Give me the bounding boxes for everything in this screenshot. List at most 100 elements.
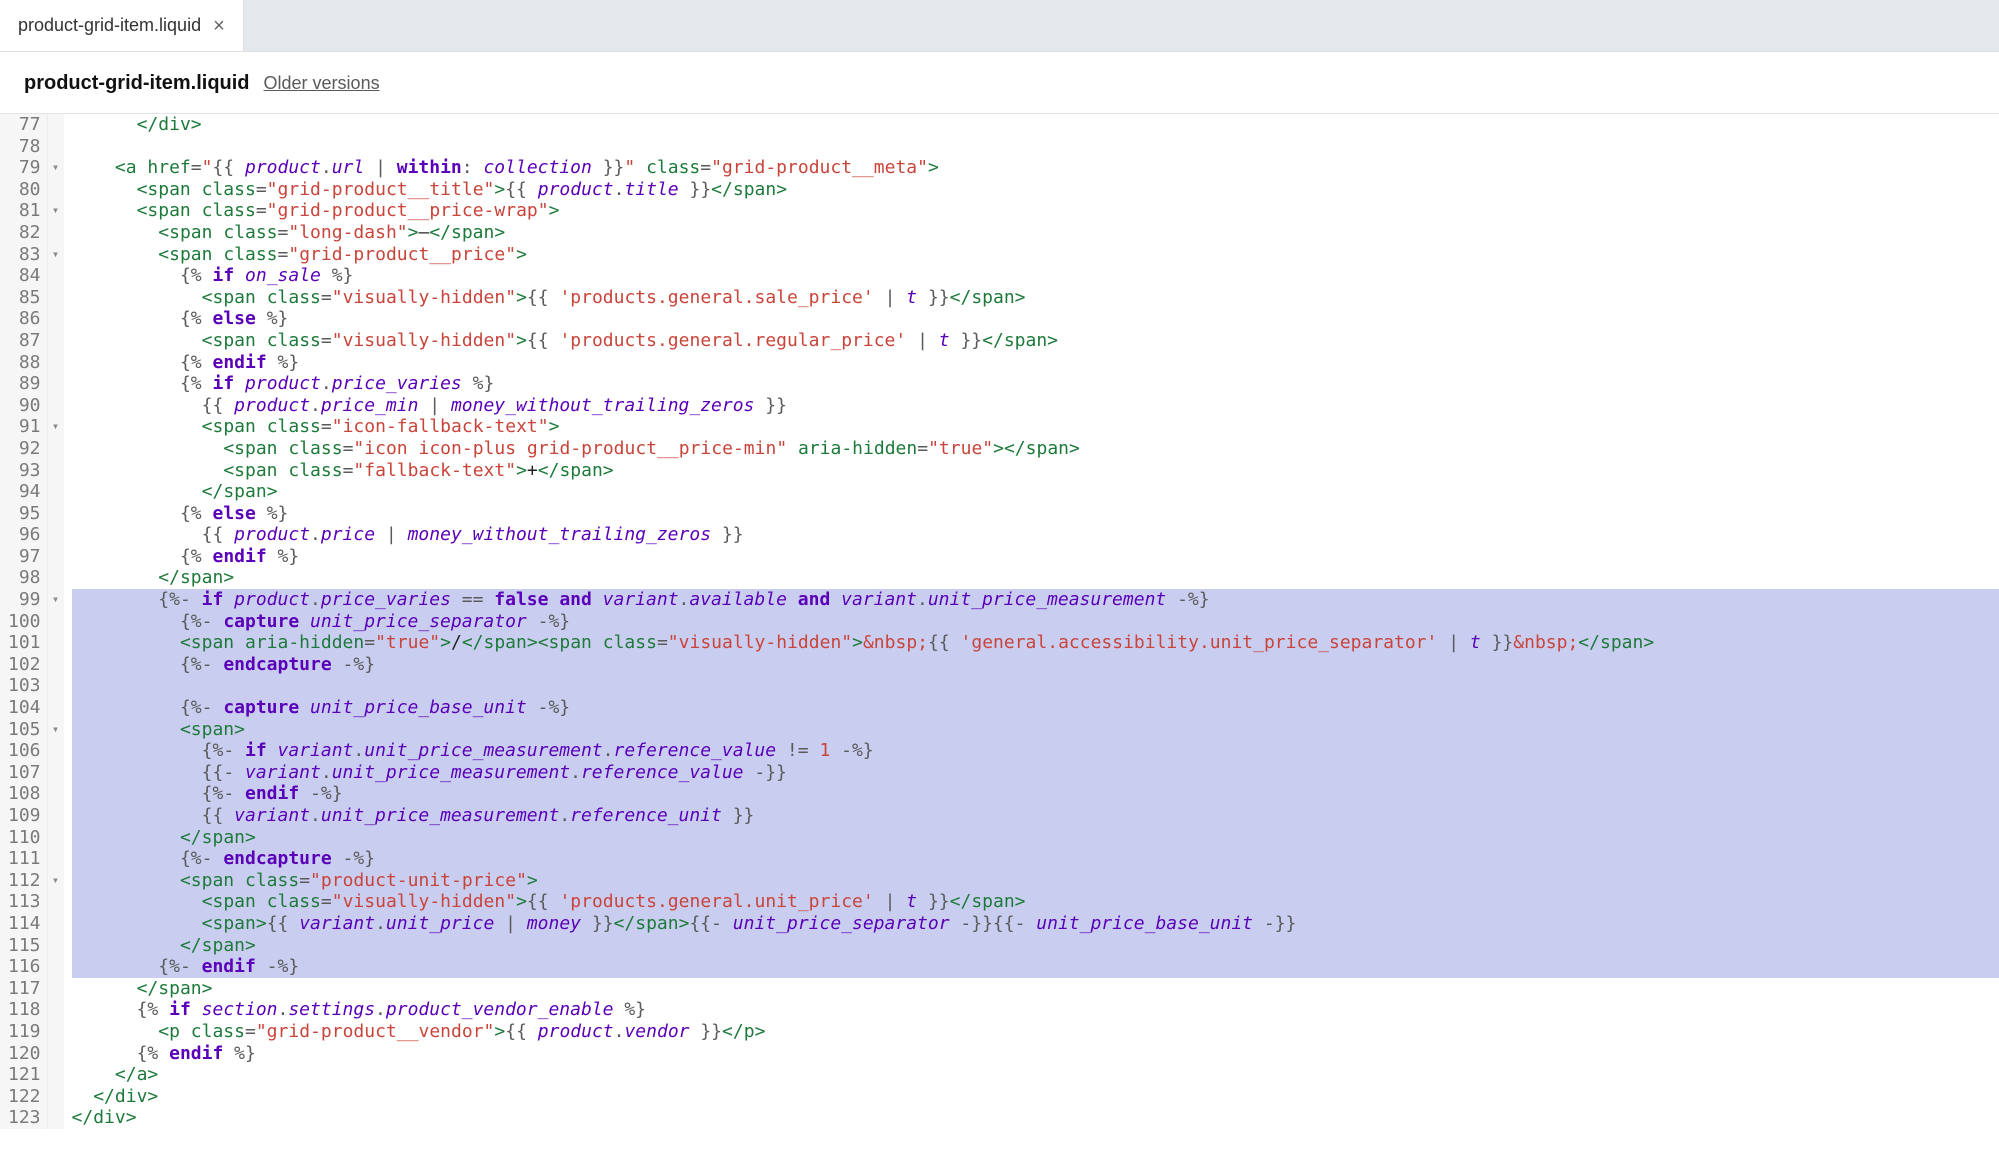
code-line[interactable]: {% if section.settings.product_vendor_en… — [72, 999, 1999, 1021]
code-line[interactable]: <span class="icon-fallback-text"> — [72, 416, 1999, 438]
code-line[interactable]: {% endif %} — [72, 546, 1999, 568]
code-line[interactable] — [72, 675, 1999, 697]
code-line[interactable]: {% endif %} — [72, 352, 1999, 374]
code-line[interactable]: {%- endif -%} — [72, 783, 1999, 805]
code-line[interactable]: {%- if variant.unit_price_measurement.re… — [72, 740, 1999, 762]
code-line[interactable]: <p class="grid-product__vendor">{{ produ… — [72, 1021, 1999, 1043]
fold-marker — [48, 524, 64, 546]
code-line[interactable]: </div> — [72, 114, 1999, 136]
code-area[interactable]: </div> <a href="{{ product.url | within:… — [64, 114, 1999, 1129]
code-line[interactable]: <a href="{{ product.url | within: collec… — [72, 157, 1999, 179]
fold-marker[interactable]: ▾ — [48, 870, 64, 892]
line-number: 104 — [8, 697, 41, 719]
fold-marker[interactable]: ▾ — [48, 200, 64, 222]
line-number: 106 — [8, 740, 41, 762]
fold-marker — [48, 1064, 64, 1086]
line-number: 86 — [8, 308, 41, 330]
fold-marker — [48, 265, 64, 287]
code-line[interactable]: </span> — [72, 827, 1999, 849]
code-line[interactable]: </a> — [72, 1064, 1999, 1086]
code-line[interactable]: <span class="icon icon-plus grid-product… — [72, 438, 1999, 460]
code-line[interactable]: </div> — [72, 1107, 1999, 1129]
code-line[interactable]: {%- endcapture -%} — [72, 654, 1999, 676]
code-line[interactable]: <span class="product-unit-price"> — [72, 870, 1999, 892]
fold-marker[interactable]: ▾ — [48, 244, 64, 266]
line-number: 89 — [8, 373, 41, 395]
code-line[interactable]: </span> — [72, 481, 1999, 503]
line-number: 112 — [8, 870, 41, 892]
fold-marker[interactable]: ▾ — [48, 157, 64, 179]
fold-marker[interactable]: ▾ — [48, 719, 64, 741]
fold-marker — [48, 1043, 64, 1065]
code-line[interactable]: <span class="grid-product__price"> — [72, 244, 1999, 266]
code-line[interactable]: {% endif %} — [72, 1043, 1999, 1065]
line-number: 107 — [8, 762, 41, 784]
code-line[interactable]: {%- if product.price_varies == false and… — [72, 589, 1999, 611]
code-line[interactable]: {% if on_sale %} — [72, 265, 1999, 287]
fold-marker — [48, 567, 64, 589]
code-editor[interactable]: 77 78 79 80 81 82 83 84 85 86 87 88 89 9… — [0, 114, 1999, 1129]
fold-column[interactable]: ▾ ▾ ▾ ▾ ▾ ▾ ▾ — [48, 114, 64, 1129]
line-number: 81 — [8, 200, 41, 222]
line-number: 109 — [8, 805, 41, 827]
older-versions-link[interactable]: Older versions — [264, 73, 380, 94]
code-line[interactable]: {% else %} — [72, 503, 1999, 525]
code-line[interactable]: {% if product.price_varies %} — [72, 373, 1999, 395]
fold-marker — [48, 611, 64, 633]
code-line[interactable]: {%- capture unit_price_base_unit -%} — [72, 697, 1999, 719]
line-number: 110 — [8, 827, 41, 849]
line-number: 103 — [8, 675, 41, 697]
line-number: 96 — [8, 524, 41, 546]
code-line[interactable]: </div> — [72, 1086, 1999, 1108]
line-number: 77 — [8, 114, 41, 136]
code-line[interactable]: {{ product.price | money_without_trailin… — [72, 524, 1999, 546]
fold-marker[interactable]: ▾ — [48, 416, 64, 438]
line-number: 101 — [8, 632, 41, 654]
tab-bar: product-grid-item.liquid × — [0, 0, 1999, 52]
line-number: 93 — [8, 460, 41, 482]
code-line[interactable]: {%- endcapture -%} — [72, 848, 1999, 870]
code-line[interactable]: <span class="visually-hidden">{{ 'produc… — [72, 330, 1999, 352]
code-line[interactable]: <span class="long-dash">—</span> — [72, 222, 1999, 244]
fold-marker — [48, 1021, 64, 1043]
code-line[interactable]: <span class="grid-product__price-wrap"> — [72, 200, 1999, 222]
code-line[interactable]: <span class="visually-hidden">{{ 'produc… — [72, 287, 1999, 309]
code-line[interactable]: </span> — [72, 935, 1999, 957]
code-line[interactable]: </span> — [72, 567, 1999, 589]
fold-marker[interactable]: ▾ — [48, 589, 64, 611]
line-number: 88 — [8, 352, 41, 374]
code-line[interactable]: <span> — [72, 719, 1999, 741]
fold-marker — [48, 308, 64, 330]
code-line[interactable]: <span>{{ variant.unit_price | money }}</… — [72, 913, 1999, 935]
code-line[interactable]: {{ variant.unit_price_measurement.refere… — [72, 805, 1999, 827]
fold-marker — [48, 675, 64, 697]
line-number: 98 — [8, 567, 41, 589]
line-number: 116 — [8, 956, 41, 978]
close-icon[interactable]: × — [213, 16, 225, 36]
code-line[interactable]: {%- endif -%} — [72, 956, 1999, 978]
tab-active[interactable]: product-grid-item.liquid × — [0, 0, 244, 51]
fold-marker — [48, 978, 64, 1000]
code-line[interactable]: </span> — [72, 978, 1999, 1000]
line-number: 87 — [8, 330, 41, 352]
line-number: 113 — [8, 891, 41, 913]
file-name: product-grid-item.liquid — [24, 72, 250, 95]
code-line[interactable]: <span class="grid-product__title">{{ pro… — [72, 179, 1999, 201]
line-number: 115 — [8, 935, 41, 957]
code-line[interactable]: {% else %} — [72, 308, 1999, 330]
code-line[interactable] — [72, 136, 1999, 158]
code-line[interactable]: {{ product.price_min | money_without_tra… — [72, 395, 1999, 417]
code-line[interactable]: {{- variant.unit_price_measurement.refer… — [72, 762, 1999, 784]
code-line[interactable]: <span aria-hidden="true">/</span><span c… — [72, 632, 1999, 654]
file-title-bar: product-grid-item.liquid Older versions — [0, 52, 1999, 114]
code-line[interactable]: <span class="visually-hidden">{{ 'produc… — [72, 891, 1999, 913]
fold-marker — [48, 891, 64, 913]
code-line[interactable]: <span class="fallback-text">+</span> — [72, 460, 1999, 482]
fold-marker — [48, 330, 64, 352]
fold-marker — [48, 935, 64, 957]
fold-marker — [48, 287, 64, 309]
fold-marker — [48, 783, 64, 805]
code-line[interactable]: {%- capture unit_price_separator -%} — [72, 611, 1999, 633]
line-number: 80 — [8, 179, 41, 201]
fold-marker — [48, 395, 64, 417]
